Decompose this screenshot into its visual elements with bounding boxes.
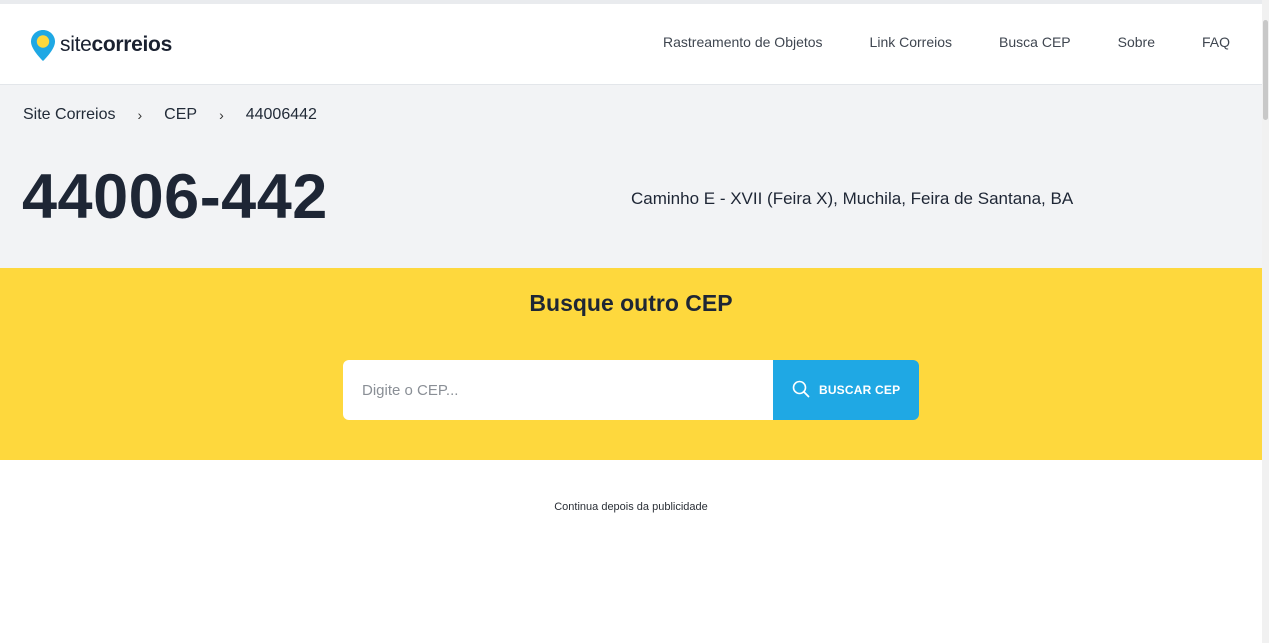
search-icon [792, 380, 810, 401]
cep-title: 44006-442 [22, 162, 328, 232]
breadcrumb: Site Correios › CEP › 44006442 [23, 106, 317, 124]
ad-notice: Continua depois da publicidade [554, 501, 708, 513]
page-scrollbar[interactable] [1262, 0, 1269, 643]
site-header: sitecorreios Rastreamento de Objetos Lin… [0, 4, 1262, 85]
search-button-label: BUSCAR CEP [818, 383, 901, 397]
logo-text-site: site [60, 33, 92, 56]
logo-text: sitecorreios [60, 33, 172, 57]
page: sitecorreios Rastreamento de Objetos Lin… [0, 0, 1269, 643]
nav-link-sobre[interactable]: Sobre [1118, 34, 1155, 50]
nav-link-busca-cep[interactable]: Busca CEP [999, 34, 1071, 50]
cep-address: Caminho E - XVII (Feira X), Muchila, Fei… [631, 189, 1074, 208]
breadcrumb-separator: › [219, 107, 224, 123]
breadcrumb-item-site-correios[interactable]: Site Correios [23, 106, 115, 124]
search-title: Busque outro CEP [529, 290, 733, 316]
map-pin-icon [30, 29, 56, 62]
scrollbar-thumb[interactable] [1263, 20, 1268, 120]
breadcrumb-separator: › [137, 107, 143, 123]
site-logo[interactable]: sitecorreios [30, 28, 172, 62]
cep-hero: Site Correios › CEP › 44006442 44006-442… [0, 85, 1262, 268]
main-nav: Rastreamento de Objetos Link Correios Bu… [663, 34, 1230, 50]
nav-link-link-correios[interactable]: Link Correios [870, 34, 952, 50]
search-button[interactable]: BUSCAR CEP [773, 360, 919, 420]
nav-link-rastreamento[interactable]: Rastreamento de Objetos [663, 34, 823, 50]
logo-text-correios: correios [91, 33, 172, 56]
cep-search-input[interactable] [343, 360, 774, 420]
search-section: Busque outro CEP BUSCAR CEP [0, 268, 1262, 460]
search-form: BUSCAR CEP [343, 360, 919, 420]
breadcrumb-item-current: 44006442 [245, 106, 317, 123]
breadcrumb-item-cep[interactable]: CEP [164, 106, 197, 124]
nav-link-faq[interactable]: FAQ [1202, 34, 1230, 50]
